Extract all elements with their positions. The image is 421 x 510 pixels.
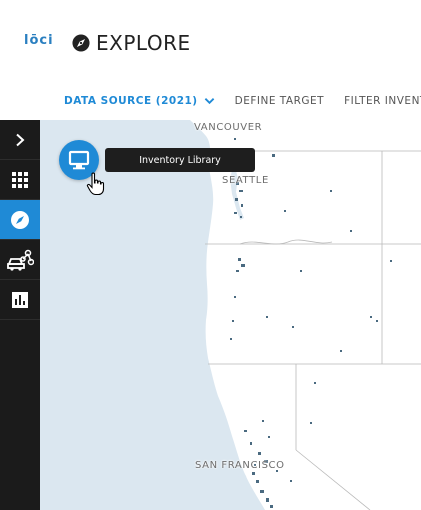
- page-title-text: EXPLORE: [96, 31, 191, 55]
- tab-define-target-label: DEFINE TARGET: [234, 95, 325, 107]
- chevron-down-icon: [204, 98, 214, 105]
- inventory-library-tooltip: Inventory Library: [105, 148, 255, 172]
- sidebar-item-apps[interactable]: [0, 160, 40, 200]
- city-label-seattle: SEATTLE: [222, 175, 269, 186]
- bar-chart-icon: [12, 291, 28, 308]
- city-label-san-francisco: SAN FRANCISCO: [195, 460, 285, 471]
- sidebar-item-analytics[interactable]: [0, 280, 40, 320]
- sidebar-item-explore[interactable]: [0, 200, 40, 240]
- sidebar-item-audiences[interactable]: [0, 240, 40, 280]
- app-window: lōci EXPLORE DATA SOURCE (2021) DEFINE T…: [0, 0, 421, 510]
- vehicle-network-icon: [7, 249, 34, 271]
- compass-icon: [72, 34, 90, 52]
- loci-logo[interactable]: lōci: [24, 33, 54, 48]
- tab-define-target[interactable]: DEFINE TARGET: [235, 95, 324, 107]
- compass-icon: [11, 210, 29, 229]
- tab-data-source[interactable]: DATA SOURCE (2021): [64, 95, 215, 107]
- chevron-right-icon: [16, 133, 25, 146]
- workflow-tabs: DATA SOURCE (2021) DEFINE TARGET FILTER …: [64, 93, 421, 109]
- hand-cursor-icon: [86, 172, 105, 196]
- tab-filter-inventory[interactable]: FILTER INVENTORY: [344, 95, 421, 107]
- tab-filter-inventory-label: FILTER INVENTORY: [344, 95, 421, 107]
- sidebar: [0, 120, 40, 510]
- tooltip-text: Inventory Library: [139, 154, 221, 166]
- header: lōci EXPLORE DATA SOURCE (2021) DEFINE T…: [0, 0, 421, 120]
- tab-data-source-label: DATA SOURCE (2021): [64, 95, 198, 107]
- grid-icon: [12, 171, 28, 188]
- monitor-icon: [68, 150, 90, 170]
- page-title: EXPLORE: [72, 31, 191, 55]
- city-label-vancouver: VANCOUVER: [194, 122, 263, 133]
- sidebar-item-expand[interactable]: [0, 120, 40, 160]
